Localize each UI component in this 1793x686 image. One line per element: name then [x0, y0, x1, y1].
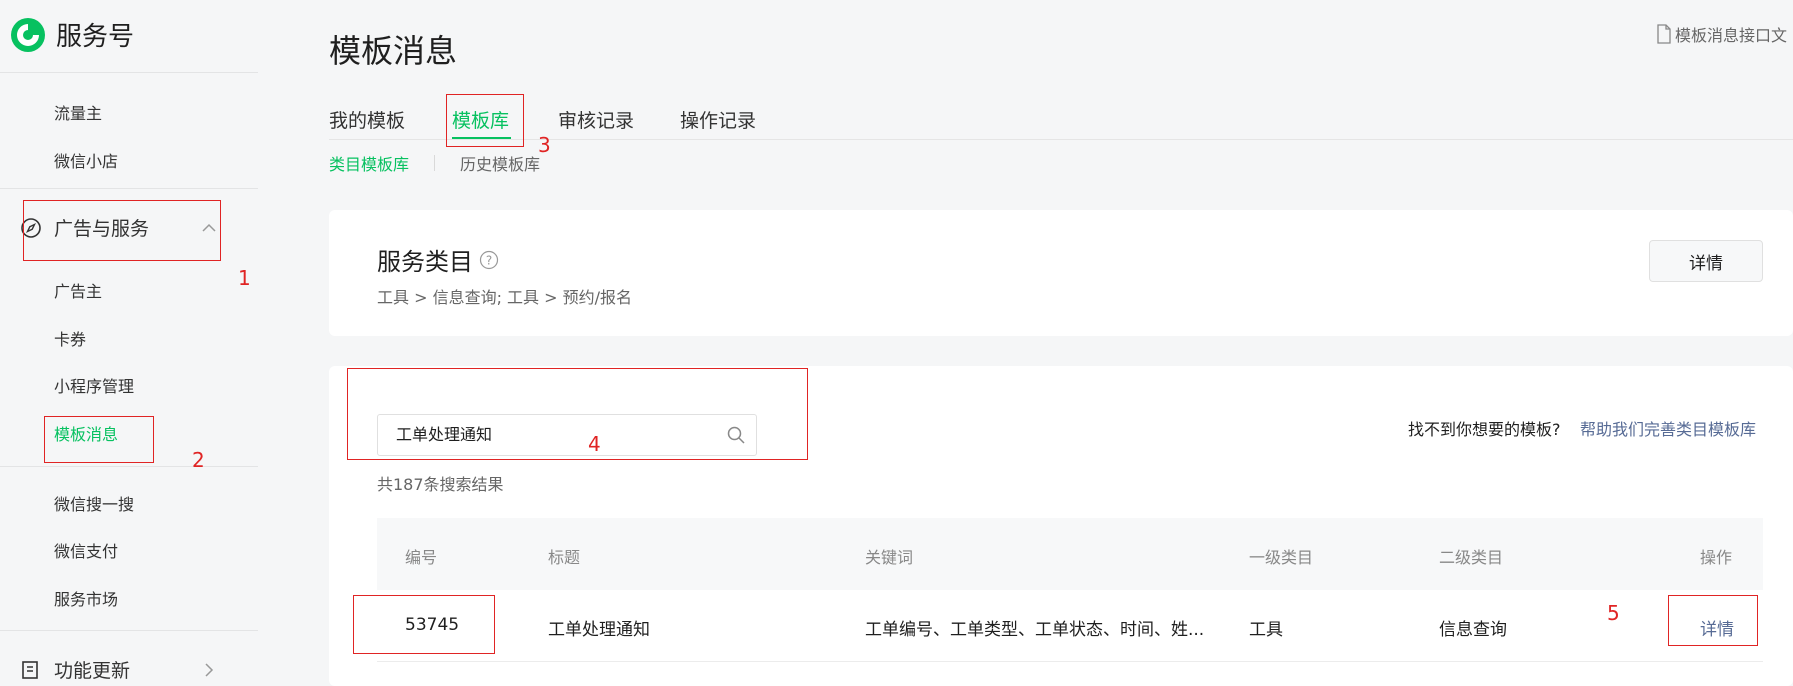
category-path: 工具 > 信息查询; 工具 > 预约/报名 [377, 288, 633, 307]
column-header-action: 操作 [1700, 548, 1733, 567]
annotation-number-2: 2 [192, 448, 205, 472]
category-card [329, 210, 1793, 336]
sidebar-item-miniprogram[interactable]: 小程序管理 [54, 373, 134, 397]
subtab-history-library[interactable]: 历史模板库 [460, 151, 540, 175]
sidebar-divider [0, 188, 258, 189]
annotation-box-5 [1668, 595, 1758, 646]
annotation-number-4: 4 [588, 432, 601, 456]
column-header-id: 编号 [405, 548, 438, 567]
sidebar-divider [0, 72, 258, 73]
cell-level2: 信息查询 [1439, 620, 1507, 640]
sidebar-item-wechat-store[interactable]: 微信小店 [54, 148, 118, 172]
page-title: 模板消息 [329, 32, 458, 70]
column-header-keywords: 关键词 [865, 548, 914, 567]
subtab-category-library[interactable]: 类目模板库 [329, 151, 409, 175]
column-header-level2: 二级类目 [1439, 548, 1504, 567]
document-icon [1657, 24, 1671, 44]
sidebar-item-service-market[interactable]: 服务市场 [54, 586, 118, 610]
wechat-service-logo-icon [11, 17, 45, 52]
sidebar-item-wechat-search[interactable]: 微信搜一搜 [54, 491, 134, 515]
category-title-text: 服务类目 [377, 248, 473, 276]
doc-link[interactable]: 模板消息接口文 [1656, 22, 1787, 46]
help-icon[interactable]: ? [479, 250, 499, 270]
cell-level1: 工具 [1249, 620, 1283, 640]
cell-title: 工单处理通知 [548, 620, 650, 640]
annotation-number-5: 5 [1607, 601, 1620, 625]
help-question: 找不到你想要的模板? [1408, 420, 1561, 439]
row-divider [377, 661, 1763, 662]
help-improve-link[interactable]: 帮助我们完善类目模板库 [1580, 416, 1756, 440]
table-header [377, 518, 1763, 590]
annotation-box-1 [23, 200, 221, 261]
doc-link-label: 模板消息接口文 [1675, 26, 1788, 45]
annotation-number-3: 3 [538, 133, 551, 157]
tab-operation-records[interactable]: 操作记录 [680, 106, 756, 133]
sidebar-divider [0, 630, 258, 631]
svg-text:?: ? [486, 253, 492, 267]
annotation-box-4 [347, 368, 808, 460]
sidebar-divider [0, 466, 258, 467]
cell-keywords: 工单编号、工单类型、工单状态、时间、姓... [865, 620, 1205, 640]
sidebar-item-advertiser[interactable]: 广告主 [54, 278, 102, 302]
brand-logo[interactable]: 服务号 [10, 16, 134, 53]
annotation-box-3 [446, 94, 524, 147]
sidebar-item-wechat-pay[interactable]: 微信支付 [54, 538, 118, 562]
annotation-number-1: 1 [238, 266, 251, 290]
annotation-box-id [353, 595, 495, 654]
subtab-separator [434, 155, 435, 171]
sidebar-item-traffic-owner[interactable]: 流量主 [54, 100, 102, 124]
category-title: 服务类目 ? [377, 242, 499, 277]
column-header-title: 标题 [548, 548, 581, 567]
sidebar-item-coupons[interactable]: 卡券 [54, 326, 86, 350]
category-detail-button[interactable]: 详情 [1649, 240, 1763, 282]
sidebar: 服务号 流量主 微信小店 广告与服务 广告主 卡券 小程序管理 模板消息 微信搜… [0, 0, 258, 682]
column-header-level1: 一级类目 [1249, 548, 1314, 567]
brand-name: 服务号 [56, 22, 135, 52]
tab-my-templates[interactable]: 我的模板 [329, 106, 405, 133]
annotation-box-2 [44, 416, 154, 463]
tab-review-records[interactable]: 审核记录 [558, 106, 634, 133]
result-count: 共187条搜索结果 [377, 475, 504, 494]
update-icon [22, 660, 38, 679]
chevron-right-icon[interactable] [200, 661, 218, 679]
